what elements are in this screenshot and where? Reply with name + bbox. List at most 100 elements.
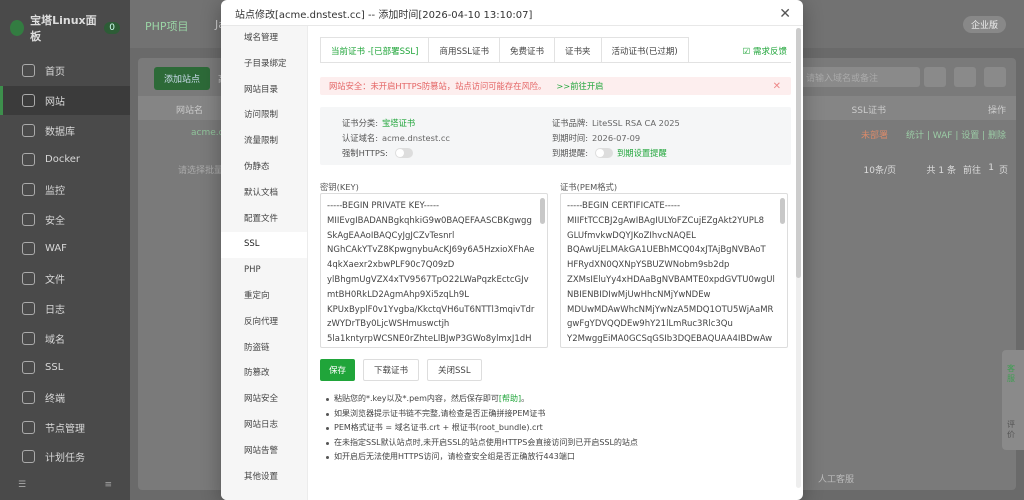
expire-value: 2026-07-09	[591, 133, 641, 143]
sidebar-item-3[interactable]: Docker	[0, 145, 130, 175]
feedback-link[interactable]: ☑ 需求反馈	[743, 45, 787, 57]
rate-button[interactable]: 评价	[1007, 420, 1018, 440]
enterprise-badge[interactable]: 企业版	[962, 16, 1006, 33]
download-cert-button[interactable]: 下载证书	[363, 359, 420, 381]
add-site-button[interactable]: 添加站点	[154, 67, 211, 90]
settings-icon[interactable]	[984, 67, 1006, 87]
tip-item: 在未指定SSL默认站点时,未开启SSL的站点使用HTTPS会直接访问到已开启SS…	[326, 436, 638, 451]
expire-remind-toggle[interactable]	[594, 148, 613, 158]
key-textarea[interactable]: -----BEGIN PRIVATE KEY----- MIIEvgIBADAN…	[320, 193, 548, 348]
menu-item-15[interactable]: 网站日志	[221, 413, 307, 439]
menu-item-9[interactable]: PHP	[221, 258, 307, 284]
force-https-toggle[interactable]	[394, 148, 413, 158]
menu-item-7[interactable]: 配置文件	[221, 207, 307, 233]
terminal-icon	[22, 390, 35, 404]
page-unit: 页	[998, 166, 1008, 176]
sidebar-item-8[interactable]: 日志	[0, 294, 130, 324]
tab-1[interactable]: 商用SSL证书	[428, 37, 500, 62]
sidebar-item-label: 计划任务	[45, 453, 85, 465]
col-site-name[interactable]: 网站名	[176, 103, 203, 116]
page-input[interactable]: 1	[988, 163, 994, 173]
sidebar-item-6[interactable]: WAF	[0, 234, 130, 264]
goto-label: 前往	[962, 166, 981, 176]
search-icon[interactable]	[924, 67, 946, 87]
close-icon[interactable]: ✕	[779, 6, 791, 22]
menu-item-10[interactable]: 重定向	[221, 284, 307, 310]
tab-2[interactable]: 免费证书	[498, 37, 555, 62]
page-size-select[interactable]: 10条/页	[864, 163, 897, 176]
menu-item-0[interactable]: 域名管理	[221, 26, 307, 52]
sidebar-item-12[interactable]: 节点管理	[0, 412, 130, 442]
total-count: 共 1 条	[926, 166, 956, 176]
key-scrollbar[interactable]	[540, 198, 545, 224]
tip-item: 如开启后无法使用HTTPS访问，请检查安全组是否正确放行443端口	[326, 450, 638, 465]
menu-item-4[interactable]: 流量限制	[221, 129, 307, 155]
enable-https-link[interactable]: >>前往开启	[556, 80, 603, 92]
help-link[interactable]: [帮助]	[499, 394, 521, 403]
notification-badge[interactable]: 0	[104, 22, 120, 34]
sidebar-item-0[interactable]: 首页	[0, 56, 130, 86]
folder-icon	[22, 272, 35, 286]
feedback-label: 需求反馈	[752, 47, 787, 57]
sidebar-item-1[interactable]: 网站	[0, 85, 130, 116]
sidebar-item-11[interactable]: 终端	[0, 383, 130, 413]
cert-domain-label: 认证域名:	[342, 133, 378, 143]
sidebar-item-9[interactable]: 域名	[0, 323, 130, 353]
domain-icon	[22, 331, 35, 345]
tab-4[interactable]: 活动证书(已过期)	[600, 37, 689, 62]
cert-scrollbar[interactable]	[780, 198, 785, 224]
tab-3[interactable]: 证书夹	[553, 37, 602, 62]
menu-item-5[interactable]: 伪静态	[221, 155, 307, 181]
sidebar-item-10[interactable]: SSL	[0, 353, 130, 383]
alert-close-icon[interactable]: ✕	[773, 81, 781, 92]
ssl-status[interactable]: 未部署	[861, 128, 888, 141]
menu-item-12[interactable]: 防盗链	[221, 336, 307, 362]
sidebar-item-13[interactable]: 计划任务	[0, 442, 130, 472]
menu-item-1[interactable]: 子目录绑定	[221, 52, 307, 78]
tip-1-end: 。	[521, 394, 530, 403]
sidebar-item-4[interactable]: 监控	[0, 175, 130, 205]
sidebar: 宝塔Linux面板 0 首页 网站 数据库 Docker 监控 安全 WAF 文件日志域名 SS…	[0, 0, 130, 500]
tip-item: 粘贴您的*.key以及*.pem内容，然后保存即可[帮助]。	[326, 392, 638, 407]
sidebar-nav: 首页 网站 数据库 Docker 监控 安全 WAF 文件日志域名 SSL 终端节点管理计划任务	[0, 56, 130, 472]
menu-item-13[interactable]: 防篡改	[221, 361, 307, 387]
menu-item-17[interactable]: 其他设置	[221, 465, 307, 491]
app-logo: 宝塔Linux面板 0	[0, 0, 130, 52]
menu-item-14[interactable]: 网站安全	[221, 387, 307, 413]
log-icon	[22, 301, 35, 315]
collapse-icon[interactable]: ☰	[18, 480, 26, 490]
sidebar-item-label: 域名	[45, 334, 65, 346]
support-link[interactable]: 人工客服	[818, 472, 854, 485]
tab-0[interactable]: 当前证书 -[已部署SSL]	[320, 37, 430, 62]
row-actions[interactable]: 统计 | WAF | 设置 | 删除	[906, 128, 1006, 141]
menu-icon[interactable]: ≡	[104, 480, 112, 490]
cert-brand-label: 证书品牌:	[552, 118, 588, 128]
remind-settings-link[interactable]: 到期设置提醒	[617, 147, 667, 159]
sidebar-item-5[interactable]: 安全	[0, 204, 130, 234]
tab-php-projects[interactable]: PHP项目	[145, 18, 189, 34]
customer-service-button[interactable]: 客服	[1007, 364, 1018, 384]
menu-item-8[interactable]: SSL	[221, 232, 307, 259]
menu-item-6[interactable]: 默认文档	[221, 181, 307, 207]
database-icon	[22, 123, 35, 137]
modal-menu: 域名管理 子目录绑定 网站目录 访问限制 流量限制 伪静态 默认文档 配置文件 SSL PHP 重定…	[221, 26, 308, 500]
cert-category-label: 证书分类:	[342, 118, 378, 128]
menu-item-11[interactable]: 反向代理	[221, 310, 307, 336]
app-name: 宝塔Linux面板	[30, 14, 97, 43]
save-button[interactable]: 保存	[320, 359, 356, 381]
tip-item: PEM格式证书 = 域名证书.crt + 根证书(root_bundle).cr…	[326, 421, 638, 436]
cert-textarea[interactable]: -----BEGIN CERTIFICATE----- MIIFtTCCBJ2g…	[560, 193, 788, 348]
close-ssl-button[interactable]: 关闭SSL	[427, 359, 482, 381]
sidebar-item-7[interactable]: 文件	[0, 264, 130, 294]
sidebar-item-label: 文件	[45, 275, 65, 287]
key-content: -----BEGIN PRIVATE KEY----- MIIEvgIBADAN…	[327, 201, 535, 345]
menu-item-3[interactable]: 访问限制	[221, 103, 307, 129]
sidebar-item-label: SSL	[45, 362, 64, 374]
menu-item-2[interactable]: 网站目录	[221, 78, 307, 104]
sidebar-item-label: 节点管理	[45, 423, 85, 435]
menu-item-16[interactable]: 网站告警	[221, 439, 307, 465]
refresh-icon[interactable]	[954, 67, 976, 87]
search-input[interactable]: 请输入域名或备注	[800, 67, 920, 87]
sidebar-item-2[interactable]: 数据库	[0, 115, 130, 145]
modal-scrollbar[interactable]	[796, 28, 801, 488]
